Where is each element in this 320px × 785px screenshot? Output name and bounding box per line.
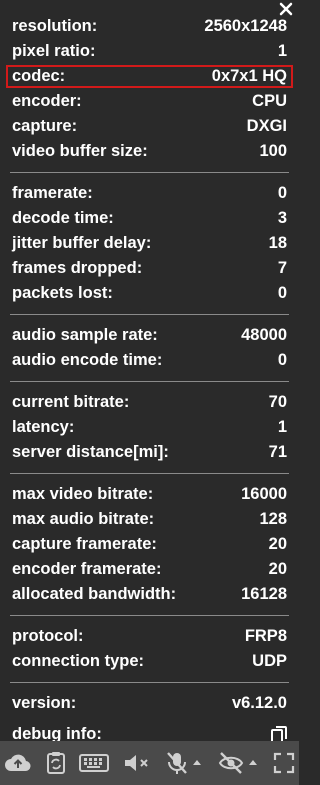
stat-row-capture: capture: DXGI: [0, 114, 299, 139]
stat-row-connection-type: connection type: UDP: [0, 649, 299, 674]
stat-value: 16000: [241, 485, 287, 503]
stat-row-frames-dropped: frames dropped: 7: [0, 256, 299, 281]
stat-value: 0: [277, 284, 287, 302]
stat-label: audio encode time:: [12, 351, 163, 369]
stat-value: 100: [259, 142, 287, 160]
stat-label: capture:: [12, 117, 78, 135]
stat-value: CPU: [252, 92, 287, 110]
divider: [10, 381, 289, 382]
stat-value: 0: [277, 184, 287, 202]
stat-row-resolution: resolution: 2560x1248: [0, 14, 299, 39]
stat-label: pixel ratio:: [12, 42, 96, 60]
stat-label: version:: [12, 694, 77, 712]
stat-label: connection type:: [12, 652, 145, 670]
stat-row-max-audio-bitrate: max audio bitrate: 128: [0, 507, 299, 532]
stat-label: server distance[mi]:: [12, 443, 169, 461]
stat-label: audio sample rate:: [12, 326, 158, 344]
stat-label: jitter buffer delay:: [12, 234, 152, 252]
stat-row-capture-framerate: capture framerate: 20: [0, 532, 299, 557]
stat-value: 128: [259, 510, 287, 528]
stat-row-server-distance: server distance[mi]: 71: [0, 440, 299, 465]
stat-value: 70: [268, 393, 287, 411]
stat-label: capture framerate:: [12, 535, 157, 553]
stat-label: resolution:: [12, 17, 98, 35]
stat-row-decode-time: decode time: 3: [0, 206, 299, 231]
stat-label: encoder:: [12, 92, 82, 110]
stat-row-encoder-framerate: encoder framerate: 20: [0, 557, 299, 582]
stat-value: 0: [277, 351, 287, 369]
stat-value: FRP8: [244, 627, 287, 645]
camera-off-icon[interactable]: [217, 751, 261, 775]
stat-value: 2560x1248: [204, 17, 287, 35]
stat-label: max video bitrate:: [12, 485, 154, 503]
stat-value: 16128: [241, 585, 287, 603]
stat-row-allocated-bandwidth: allocated bandwidth: 16128: [0, 582, 299, 607]
stat-label: framerate:: [12, 184, 93, 202]
stat-label: packets lost:: [12, 284, 113, 302]
stat-value: DXGI: [246, 117, 287, 135]
cloud-upload-icon[interactable]: [4, 751, 32, 775]
stat-value: v6.12.0: [231, 694, 287, 712]
stat-row-packets-lost: packets lost: 0: [0, 281, 299, 306]
stat-value: 18: [268, 234, 287, 252]
stat-value: 0x7x1 HQ: [211, 67, 287, 85]
stat-row-encoder: encoder: CPU: [0, 89, 299, 114]
stat-label: protocol:: [12, 627, 84, 645]
divider: [10, 682, 289, 683]
stat-label: codec:: [12, 67, 66, 85]
stat-value: 71: [268, 443, 287, 461]
stat-row-max-video-bitrate: max video bitrate: 16000: [0, 482, 299, 507]
stat-value: 1: [277, 418, 287, 436]
bottom-toolbar: [0, 741, 299, 785]
divider: [10, 473, 289, 474]
stat-label: decode time:: [12, 209, 114, 227]
stat-label: encoder framerate:: [12, 560, 162, 578]
stat-row-video-buffer-size: video buffer size: 100: [0, 139, 299, 164]
stat-value: 48000: [241, 326, 287, 344]
stat-label: latency:: [12, 418, 75, 436]
stat-row-current-bitrate: current bitrate: 70: [0, 390, 299, 415]
stat-row-protocol: protocol: FRP8: [0, 624, 299, 649]
stat-value: 20: [268, 560, 287, 578]
stat-label: frames dropped:: [12, 259, 143, 277]
stat-row-codec-highlighted: codec: 0x7x1 HQ: [6, 65, 293, 88]
stat-value: 20: [268, 535, 287, 553]
stat-row-version: version: v6.12.0: [0, 691, 299, 716]
stat-row-framerate: framerate: 0: [0, 181, 299, 206]
divider: [10, 172, 289, 173]
divider: [10, 615, 289, 616]
keyboard-icon[interactable]: [79, 751, 109, 775]
stat-row-jitter-buffer-delay: jitter buffer delay: 18: [0, 231, 299, 256]
stat-row-audio-encode-time: audio encode time: 0: [0, 348, 299, 373]
stat-value: 3: [277, 209, 287, 227]
divider: [10, 314, 289, 315]
speaker-muted-icon[interactable]: [122, 751, 152, 775]
clipboard-sync-icon[interactable]: [45, 751, 67, 775]
stat-row-audio-sample-rate: audio sample rate: 48000: [0, 323, 299, 348]
stat-value: 1: [277, 42, 287, 60]
stat-label: allocated bandwidth:: [12, 585, 177, 603]
microphone-off-icon[interactable]: [164, 751, 204, 775]
stats-panel: resolution: 2560x1248 pixel ratio: 1 cod…: [0, 14, 299, 747]
stat-label: max audio bitrate:: [12, 510, 155, 528]
stat-value: 7: [277, 259, 287, 277]
stat-row-pixel-ratio: pixel ratio: 1: [0, 39, 299, 64]
stat-label: video buffer size:: [12, 142, 148, 160]
fullscreen-icon[interactable]: [273, 751, 295, 775]
stat-label: current bitrate:: [12, 393, 130, 411]
stat-value: UDP: [252, 652, 287, 670]
stat-row-latency: latency: 1: [0, 415, 299, 440]
